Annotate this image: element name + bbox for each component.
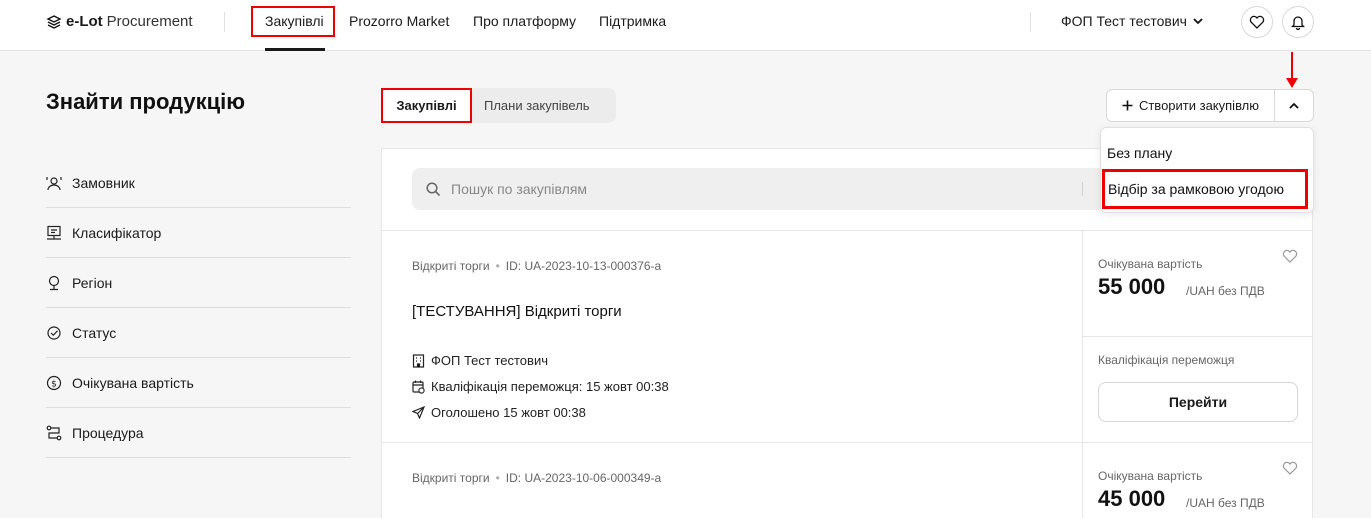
tender-organization: ФОП Тест тестович [412, 353, 548, 368]
top-header: e-Lot Procurement Закупівлі Prozorro Mar… [0, 0, 1371, 51]
tender-title[interactable]: [ТЕСТУВАННЯ] Відкриті торги [412, 303, 622, 320]
logo-bold: e-Lot [66, 13, 103, 30]
tender-type: Відкриті торги [412, 471, 490, 485]
customer-icon [46, 175, 62, 191]
favorite-tender-button[interactable] [1282, 461, 1298, 480]
favorites-button[interactable] [1241, 6, 1273, 38]
tender-id: ID: UA-2023-10-13-000376-a [505, 259, 662, 273]
create-purchase-button[interactable]: Створити закупівлю [1106, 89, 1275, 122]
price-unit: /UAH без ПДВ [1186, 284, 1265, 298]
create-options-toggle[interactable] [1274, 89, 1314, 122]
tab-purchases[interactable]: Закупівлі [381, 88, 472, 123]
price-divider [1083, 336, 1312, 337]
organization-name: ФОП Тест тестович [431, 353, 548, 368]
nav-support[interactable]: Підтримка [599, 0, 666, 51]
status-icon [46, 325, 62, 341]
nav-active-highlight [251, 6, 335, 37]
search-divider [1082, 182, 1083, 196]
annotation-arrow-line [1291, 52, 1293, 80]
money-icon: $ [46, 375, 62, 391]
header-divider [1030, 12, 1031, 32]
search-bar[interactable]: Пошук по закупівлям [412, 168, 1112, 210]
filter-procedure[interactable]: Процедура [46, 408, 351, 458]
calendar-clock-icon [412, 380, 425, 394]
filter-label: Замовник [72, 174, 135, 191]
search-input[interactable]: Пошук по закупівлям [451, 181, 587, 197]
svg-text:$: $ [51, 379, 57, 389]
create-purchase-label: Створити закупівлю [1138, 98, 1260, 113]
nav-active-underline [265, 48, 325, 51]
logo[interactable]: e-Lot Procurement [46, 13, 193, 30]
filter-label: Процедура [72, 424, 144, 441]
filter-region[interactable]: Регіон [46, 258, 351, 308]
tender-status: Кваліфікація переможця [1098, 353, 1235, 367]
bell-icon [1291, 16, 1305, 30]
send-icon [412, 406, 425, 419]
tender-meta: Відкриті торги • ID: UA-2023-10-06-00034… [412, 471, 661, 485]
nav-about-platform[interactable]: Про платформу [473, 0, 576, 51]
qualification-date: Кваліфікація переможця: 15 жовт 00:38 [431, 379, 669, 394]
user-name: ФОП Тест тестович [1061, 13, 1187, 29]
filter-customer[interactable]: Замовник [46, 158, 351, 208]
tender-id: ID: UA-2023-10-06-000349-a [505, 471, 662, 485]
announced-date: Оголошено 15 жовт 00:38 [431, 405, 586, 420]
filter-label: Регіон [72, 274, 113, 291]
row-divider [382, 442, 1312, 443]
dropdown-item-without-plan[interactable]: Без плану [1107, 145, 1172, 161]
classifier-icon [46, 225, 62, 241]
notifications-button[interactable] [1282, 6, 1314, 38]
price-label: Очікувана вартість [1098, 469, 1203, 483]
logo-light: Procurement [106, 13, 193, 30]
tender-announced: Оголошено 15 жовт 00:38 [412, 405, 586, 420]
row-divider [382, 230, 1312, 231]
filter-status[interactable]: Статус [46, 308, 351, 358]
plus-icon [1122, 100, 1133, 111]
meta-dot: • [495, 471, 500, 485]
heart-icon [1282, 249, 1298, 263]
filter-label: Класифікатор [72, 224, 162, 241]
logo-icon [46, 14, 62, 29]
meta-dot: • [495, 259, 500, 273]
filter-label: Статус [72, 324, 117, 341]
user-menu[interactable]: ФОП Тест тестович [1061, 13, 1203, 29]
price-label: Очікувана вартість [1098, 257, 1203, 271]
filter-classifier[interactable]: Класифікатор [46, 208, 351, 258]
price-unit: /UAH без ПДВ [1186, 496, 1265, 510]
header-divider [224, 12, 225, 32]
chevron-down-icon [1193, 18, 1203, 25]
tender-meta: Відкриті торги • ID: UA-2023-10-13-00037… [412, 259, 661, 273]
page-title: Знайти продукцію [46, 89, 246, 114]
go-button[interactable]: Перейти [1098, 382, 1298, 422]
annotation-arrow-head [1286, 78, 1298, 88]
filter-label: Очікувана вартість [72, 374, 194, 391]
column-divider [1082, 443, 1083, 518]
price-value: 45 000 [1098, 486, 1166, 511]
procedure-icon [46, 425, 62, 441]
price-value: 55 000 [1098, 274, 1166, 299]
tender-type: Відкриті торги [412, 259, 490, 273]
heart-icon [1249, 15, 1265, 29]
tender-qualification: Кваліфікація переможця: 15 жовт 00:38 [412, 379, 669, 394]
favorite-tender-button[interactable] [1282, 249, 1298, 268]
tab-procurement-plans[interactable]: Плани закупівель [484, 98, 590, 113]
region-icon [46, 275, 62, 291]
filter-expected-value[interactable]: $ Очікувана вартість [46, 358, 351, 408]
chevron-up-icon [1289, 102, 1299, 109]
dropdown-item-framework-selection[interactable]: Відбір за рамковою угодою [1102, 169, 1308, 209]
search-icon [426, 181, 441, 196]
building-icon [412, 353, 425, 368]
heart-icon [1282, 461, 1298, 475]
nav-prozorro-market[interactable]: Prozorro Market [349, 0, 449, 51]
